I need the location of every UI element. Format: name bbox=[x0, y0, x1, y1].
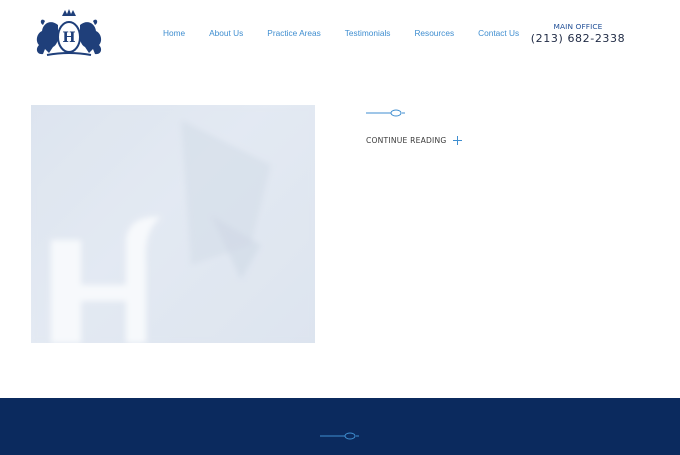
main-office-block: MAIN OFFICE (213) 682-2338 bbox=[526, 22, 630, 45]
plus-icon bbox=[453, 136, 463, 145]
site-footer bbox=[0, 398, 680, 455]
nav-item-home[interactable]: Home bbox=[163, 27, 185, 39]
featured-image[interactable] bbox=[31, 105, 315, 343]
site-header: H Home About Us Practice Areas Testimoni… bbox=[0, 0, 680, 70]
nav-item-about-us[interactable]: About Us bbox=[209, 27, 243, 39]
ornament-divider-icon bbox=[320, 432, 359, 440]
blurred-h-logo-image bbox=[31, 105, 315, 343]
ornament-divider-icon bbox=[366, 109, 405, 117]
nav-item-testimonials[interactable]: Testimonials bbox=[345, 27, 391, 39]
nav-item-contact-us[interactable]: Contact Us bbox=[478, 27, 519, 39]
main-nav: Home About Us Practice Areas Testimonial… bbox=[163, 27, 543, 39]
phone-link[interactable]: (213) 682-2338 bbox=[526, 32, 630, 45]
nav-item-practice-areas[interactable]: Practice Areas bbox=[267, 27, 321, 39]
site-logo[interactable]: H bbox=[31, 7, 107, 59]
continue-reading-link[interactable]: CONTINUE READING bbox=[366, 136, 463, 145]
main-office-label: MAIN OFFICE bbox=[553, 22, 603, 31]
continue-reading-label: CONTINUE READING bbox=[366, 136, 447, 145]
nav-item-resources[interactable]: Resources bbox=[414, 27, 454, 39]
lion-crest-logo-icon: H bbox=[36, 9, 102, 56]
logo-monogram: H bbox=[62, 30, 75, 46]
